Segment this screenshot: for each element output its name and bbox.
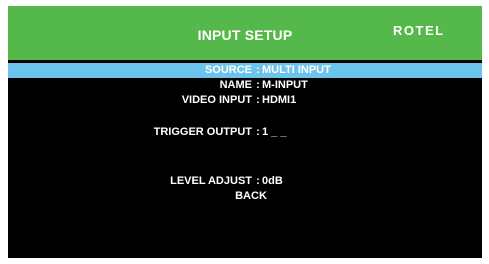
header-bar: INPUT SETUP ROTEL· bbox=[8, 6, 482, 60]
menu-item-trigger-output[interactable]: TRIGGER OUTPUT : 1 _ _ bbox=[8, 125, 482, 140]
menu-item-level-adjust[interactable]: LEVEL ADJUST : 0dB bbox=[8, 174, 482, 189]
menu-item-separator: : bbox=[256, 64, 260, 76]
setup-screen: INPUT SETUP ROTEL· SOURCE : MULTI INPUT … bbox=[8, 6, 482, 258]
menu-item-value: 0dB bbox=[262, 175, 283, 187]
rotel-logo: ROTEL· bbox=[393, 23, 446, 38]
menu-item-label: NAME bbox=[219, 79, 252, 91]
menu-item-label: VIDEO INPUT bbox=[181, 94, 252, 106]
back-button[interactable]: BACK bbox=[8, 189, 482, 204]
menu-item-separator: : bbox=[256, 94, 260, 106]
menu-item-source[interactable]: SOURCE : MULTI INPUT bbox=[8, 63, 482, 78]
menu-item-value: MULTI INPUT bbox=[262, 64, 331, 76]
menu-item-label: TRIGGER OUTPUT bbox=[153, 126, 252, 138]
menu-item-name[interactable]: NAME : M-INPUT bbox=[8, 78, 482, 93]
menu-item-value: HDMI1 bbox=[262, 94, 297, 106]
menu-item-video-input[interactable]: VIDEO INPUT : HDMI1 bbox=[8, 93, 482, 108]
brand-name: ROTEL bbox=[393, 23, 445, 38]
menu-item-value: 1 _ _ bbox=[262, 126, 287, 138]
menu-item-label: SOURCE bbox=[204, 64, 252, 76]
menu-item-separator: : bbox=[256, 175, 260, 187]
menu-item-separator: : bbox=[256, 79, 260, 91]
logo-mark: · bbox=[444, 25, 447, 32]
menu-item-separator: : bbox=[256, 126, 260, 138]
menu-item-value: M-INPUT bbox=[262, 79, 308, 91]
menu-item-label: LEVEL ADJUST bbox=[170, 175, 252, 187]
